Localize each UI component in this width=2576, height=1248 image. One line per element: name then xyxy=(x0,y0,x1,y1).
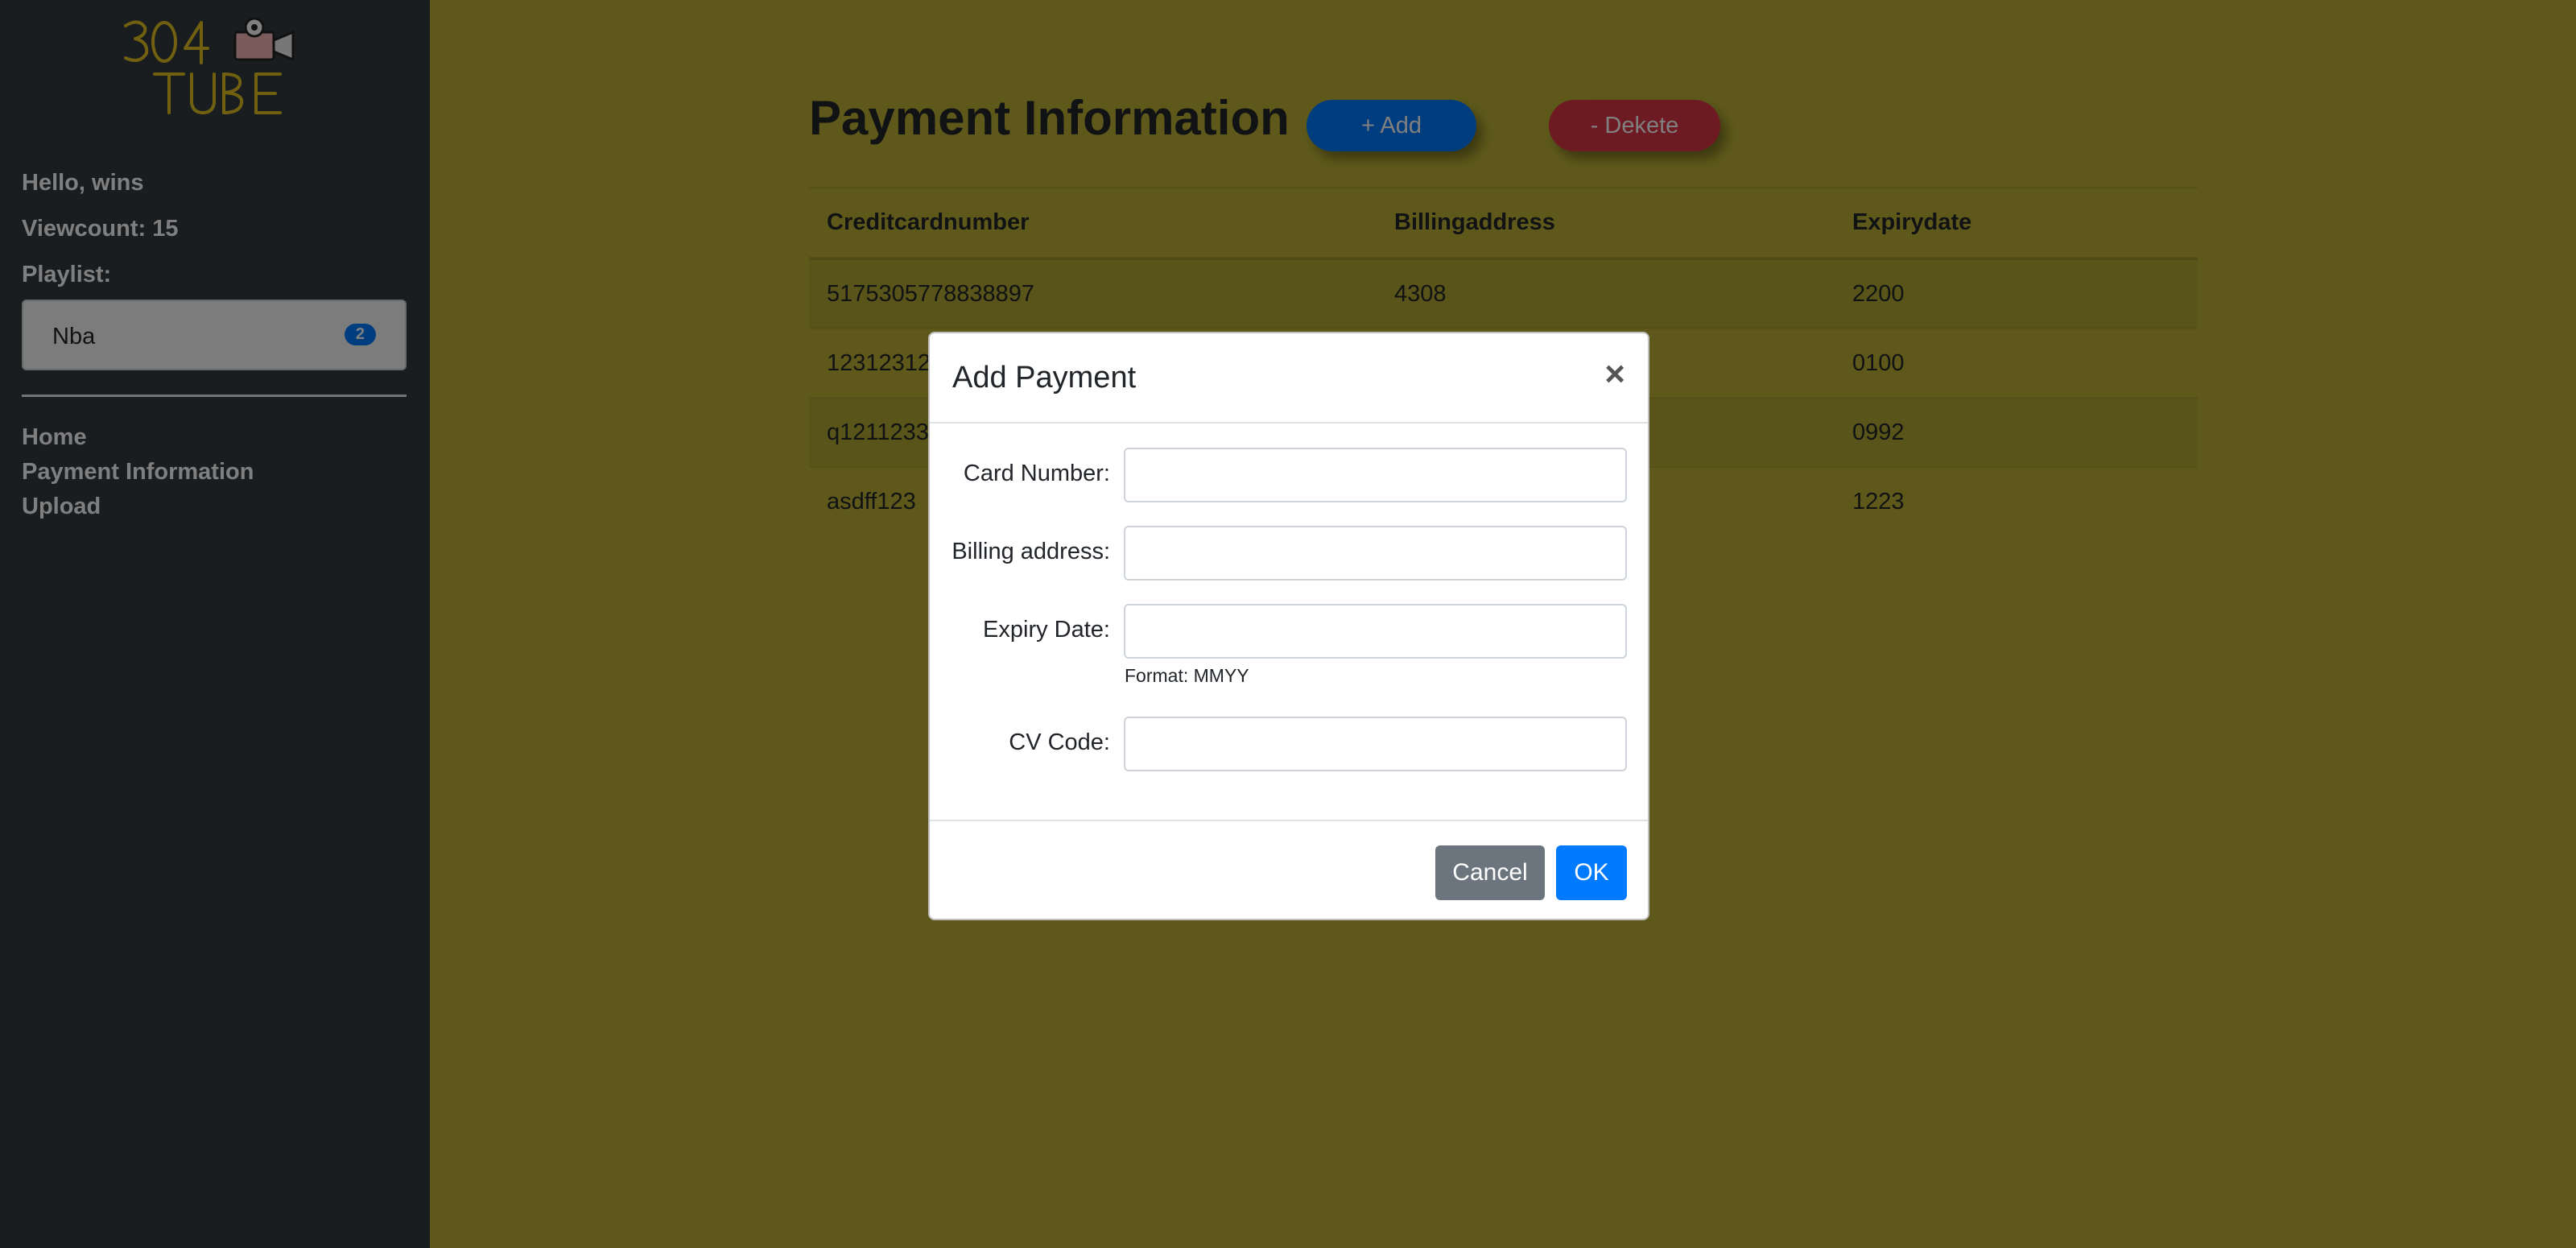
billing-address-input[interactable] xyxy=(1124,526,1627,581)
card-number-label: Card Number: xyxy=(963,461,1110,486)
close-icon[interactable]: × xyxy=(1604,354,1625,395)
card-number-input[interactable] xyxy=(1124,448,1627,502)
expiry-format-hint: Format: MMYY xyxy=(1125,665,1249,686)
add-payment-modal: Add Payment × Card Number: Billing addre… xyxy=(928,332,1649,920)
cancel-button[interactable]: Cancel xyxy=(1435,845,1545,900)
billing-address-label: Billing address: xyxy=(952,539,1110,564)
modal-footer: Cancel OK xyxy=(930,820,1648,920)
modal-title: Add Payment xyxy=(952,361,1137,395)
ok-button[interactable]: OK xyxy=(1556,845,1627,900)
cv-code-input[interactable] xyxy=(1124,717,1627,771)
cv-code-label: CV Code: xyxy=(1009,729,1110,755)
expiry-date-input[interactable] xyxy=(1124,604,1627,659)
modal-header: Add Payment × xyxy=(930,333,1648,424)
expiry-date-label: Expiry Date: xyxy=(983,617,1110,643)
